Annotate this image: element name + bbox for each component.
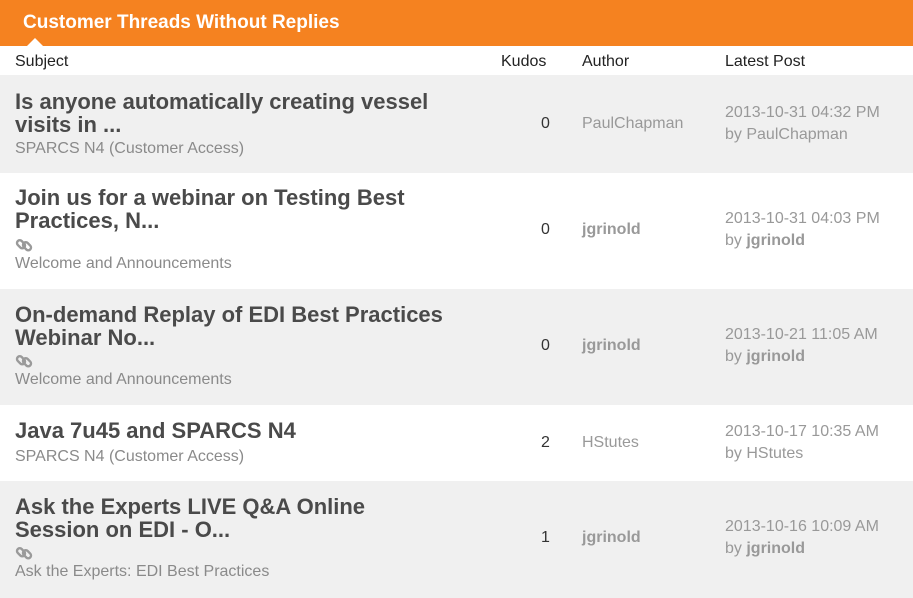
thread-subject-line: Java 7u45 and SPARCS N4 <box>15 418 296 443</box>
thread-subject-line: Session on EDI - O... <box>15 517 231 542</box>
threads-without-replies-widget: Customer Threads Without Replies Subject… <box>0 0 913 598</box>
thread-subject-line: Is anyone automatically creating vessel <box>15 89 429 114</box>
link-chain-icon <box>15 547 33 560</box>
thread-author-link[interactable]: HStutes <box>582 434 639 452</box>
link-chain-icon <box>15 355 33 368</box>
thread-subject-line: visits in ... <box>15 112 122 137</box>
thread-subject-line: Ask the Experts LIVE Q&A Online <box>15 494 366 519</box>
by-prefix: by <box>725 348 742 365</box>
thread-board-link[interactable]: Ask the Experts: EDI Best Practices <box>15 563 269 581</box>
thread-latest-by: by PaulChapman <box>725 126 848 144</box>
thread-author-link[interactable]: jgrinold <box>582 529 641 547</box>
thread-latest-by: by jgrinold <box>725 348 805 366</box>
thread-latest-date: 2013-10-31 04:03 PM <box>725 210 880 227</box>
thread-author-link[interactable]: jgrinold <box>582 221 641 239</box>
by-prefix: by <box>725 232 742 249</box>
thread-row: On-demand Replay of EDI Best Practices W… <box>0 289 913 405</box>
thread-board-link[interactable]: Welcome and Announcements <box>15 371 232 389</box>
thread-row: Java 7u45 and SPARCS N4 SPARCS N4 (Custo… <box>0 405 913 481</box>
thread-latest-date: 2013-10-16 10:09 AM <box>725 518 879 535</box>
thread-subject-line: Webinar No... <box>15 325 156 350</box>
thread-subject-line: Practices, N... <box>15 208 160 233</box>
thread-author-link[interactable]: jgrinold <box>582 337 641 355</box>
thread-latest-date: 2013-10-17 10:35 AM <box>725 423 879 440</box>
thread-latest-date: 2013-10-21 11:05 AM <box>725 326 878 343</box>
by-prefix: by <box>725 445 742 462</box>
column-headers: Subject Kudos Author Latest Post <box>0 46 913 75</box>
widget-title: Customer Threads Without Replies <box>23 12 340 33</box>
column-header-subject: Subject <box>15 53 69 70</box>
thread-row: Is anyone automatically creating vessel … <box>0 75 913 173</box>
thread-latest-author-link[interactable]: HStutes <box>746 445 803 462</box>
thread-latest-by: by jgrinold <box>725 232 805 250</box>
thread-latest-by: by HStutes <box>725 445 803 463</box>
thread-row: Join us for a webinar on Testing Best Pr… <box>0 173 913 289</box>
thread-subject-link[interactable]: Join us for a webinar on Testing Best Pr… <box>15 186 485 232</box>
thread-author-link[interactable]: PaulChapman <box>582 115 683 133</box>
thread-list: Is anyone automatically creating vessel … <box>0 75 913 598</box>
column-header-latest-post: Latest Post <box>725 53 806 70</box>
thread-subject-line: Join us for a webinar on Testing Best <box>15 185 405 210</box>
thread-latest-date: 2013-10-31 04:32 PM <box>725 104 880 121</box>
thread-kudos-count: 2 <box>541 434 550 451</box>
thread-kudos-count: 0 <box>541 221 550 238</box>
thread-latest-author-link[interactable]: PaulChapman <box>746 126 847 143</box>
thread-board-link[interactable]: SPARCS N4 (Customer Access) <box>15 140 244 158</box>
thread-row: Ask the Experts LIVE Q&A Online Session … <box>0 481 913 598</box>
thread-latest-author-link[interactable]: jgrinold <box>746 540 805 557</box>
thread-kudos-count: 1 <box>541 529 550 546</box>
thread-subject-link[interactable]: Ask the Experts LIVE Q&A Online Session … <box>15 495 485 541</box>
column-header-author: Author <box>582 53 630 70</box>
thread-latest-author-link[interactable]: jgrinold <box>746 232 805 249</box>
column-header-kudos: Kudos <box>501 53 547 70</box>
thread-latest-by: by jgrinold <box>725 540 805 558</box>
thread-latest-author-link[interactable]: jgrinold <box>746 348 805 365</box>
link-chain-icon <box>15 239 33 252</box>
thread-board-link[interactable]: Welcome and Announcements <box>15 255 232 273</box>
by-prefix: by <box>725 126 742 143</box>
thread-subject-link[interactable]: On-demand Replay of EDI Best Practices W… <box>15 303 485 349</box>
thread-board-link[interactable]: SPARCS N4 (Customer Access) <box>15 448 244 466</box>
widget-header: Customer Threads Without Replies <box>0 0 913 47</box>
thread-kudos-count: 0 <box>541 337 550 354</box>
thread-subject-link[interactable]: Is anyone automatically creating vessel … <box>15 90 485 136</box>
thread-subject-link[interactable]: Java 7u45 and SPARCS N4 <box>15 419 485 442</box>
thread-subject-line: On-demand Replay of EDI Best Practices <box>15 302 443 327</box>
thread-kudos-count: 0 <box>541 115 550 132</box>
by-prefix: by <box>725 540 742 557</box>
